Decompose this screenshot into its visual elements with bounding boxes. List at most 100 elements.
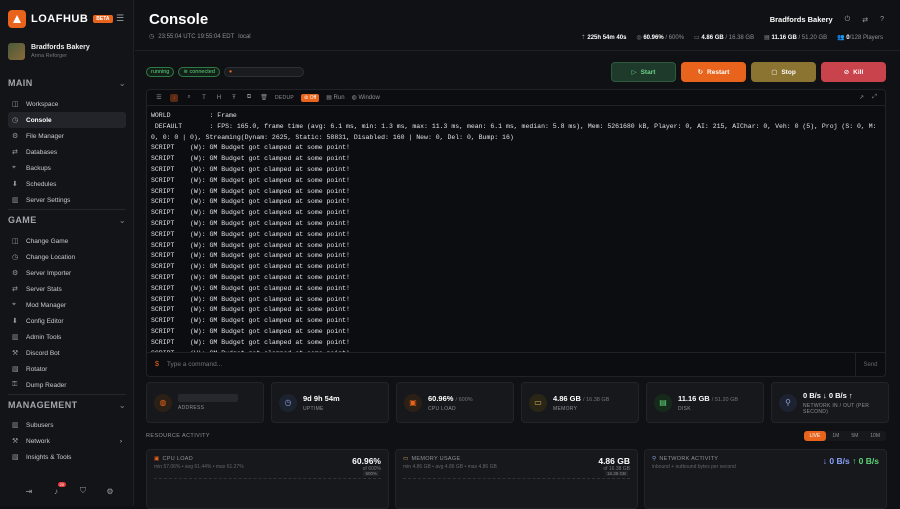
font-icon[interactable]: Ŧ: [230, 94, 238, 102]
autoscroll-icon[interactable]: ↓: [170, 93, 178, 102]
server-game: Arma Reforger: [31, 53, 68, 59]
network-chart-title: ⚲ NETWORK ACTIVITY: [652, 456, 719, 462]
shield-icon[interactable]: ⛉: [78, 486, 88, 496]
gear-icon[interactable]: ⚙: [105, 486, 115, 496]
stop-button[interactable]: ▢ Stop: [751, 62, 816, 82]
console-line: SCRIPT (W): GM Budget got clamped at som…: [151, 155, 350, 163]
server-selector[interactable]: Bradfords Bakery Arma Reforger: [8, 43, 90, 60]
address-card[interactable]: ◍ ADDRESS: [146, 382, 264, 423]
console-output[interactable]: WORLD : Frame DEFAULT : FPS: 165.0, fram…: [147, 106, 885, 352]
fullscreen-icon[interactable]: ⤢: [872, 94, 877, 101]
memory-value: 4.86 GB / 16.38 GB: [553, 393, 610, 403]
disk-stat: ▤ 11.16 GB / 51.20 GB: [764, 35, 828, 41]
console-line: SCRIPT (W): GM Budget got clamped at som…: [151, 209, 350, 217]
sidebar-item-backups[interactable]: ⌖ Backups: [8, 160, 126, 176]
cpu-chart-line: 600%: [154, 471, 381, 479]
range-10m[interactable]: 10M: [864, 431, 886, 441]
console-line: SCRIPT (W): GM Budget got clamped at som…: [151, 241, 350, 249]
sidebar-item-rotator[interactable]: ▧ Rotator: [8, 361, 126, 377]
sidebar-item-change-game[interactable]: ◫ Change Game: [8, 233, 126, 249]
clock-icon: ◷: [279, 393, 297, 412]
trash-icon[interactable]: 🗑: [260, 94, 268, 102]
sidebar-item-file-manager[interactable]: ⚙ File Manager: [8, 128, 126, 144]
memory-card: ▭ 4.86 GB / 16.38 GB MEMORY: [521, 382, 639, 423]
cpu-stat: ◎ 60.96% / 600%: [636, 35, 685, 41]
address-value: [178, 394, 238, 402]
sidebar-item-label: Change Location: [26, 253, 76, 261]
status-pills: running ≋ connected ●: [146, 67, 304, 77]
console-line: SCRIPT (W): GM Budget got clamped at som…: [151, 273, 350, 281]
bell-icon[interactable]: ♪ 20: [51, 482, 66, 496]
sidebar-item-subusers[interactable]: ▥ Subusers: [8, 417, 126, 433]
sidebar-item-console[interactable]: ◷ Console: [8, 112, 126, 128]
sidebar-item-discord-bot[interactable]: ⚒ Discord Bot: [8, 345, 126, 361]
text-size-icon[interactable]: T: [200, 94, 208, 102]
list-icon[interactable]: ☰: [155, 94, 163, 102]
popout-icon[interactable]: ↗: [859, 94, 864, 101]
range-selector: LIVE 1M 5M 10M: [803, 431, 886, 441]
stop-icon: ▢: [771, 69, 778, 76]
range-5m[interactable]: 5M: [845, 431, 864, 441]
memory-label: MEMORY: [553, 405, 578, 412]
console-line: SCRIPT (W): GM Budget got clamped at som…: [151, 295, 350, 303]
sidebar-item-label: Workspace: [26, 100, 59, 108]
server-name: Bradfords Bakery: [31, 44, 90, 51]
send-button[interactable]: Send: [855, 352, 885, 377]
server-address-pill[interactable]: ●: [223, 67, 304, 77]
status-running-badge: running: [146, 67, 175, 77]
sidebar-item-databases[interactable]: ⇄ Databases: [8, 144, 126, 160]
address-label: ADDRESS: [178, 405, 205, 411]
sidebar-item-insights-and-tools[interactable]: ▧ Insights & Tools: [8, 449, 126, 465]
sidebar-item-server-stats[interactable]: ⇄ Server Stats: [8, 281, 126, 297]
restart-icon: ↻: [697, 69, 704, 76]
sidebar-item-workspace[interactable]: ◫ Workspace: [8, 96, 126, 112]
run-button[interactable]: ▤ Run: [326, 94, 344, 101]
range-1m[interactable]: 1M: [826, 431, 845, 441]
section-game[interactable]: GAME ⌄: [8, 215, 126, 225]
section-management[interactable]: MANAGEMENT ⌄: [8, 400, 126, 410]
range-live[interactable]: LIVE: [803, 431, 827, 441]
heading-icon[interactable]: H: [215, 94, 223, 102]
sidebar-item-label: Dump Reader: [26, 381, 67, 389]
logo[interactable]: LOAFHUB BETA: [8, 10, 113, 28]
page-title: Console: [149, 11, 209, 28]
search-icon[interactable]: ⌕: [185, 94, 193, 102]
sidebar-footer: ⇥ ♪ 20 ⛉ ⚙: [24, 482, 115, 496]
sidebar-item-server-settings[interactable]: ▥ Server Settings: [8, 192, 126, 208]
command-input[interactable]: [166, 361, 855, 368]
section-main[interactable]: MAIN ⌄: [8, 78, 126, 88]
menu-icon[interactable]: ☰: [114, 12, 126, 24]
console-line: SCRIPT (W): GM Budget got clamped at som…: [151, 144, 350, 152]
server-importer-icon: ⚙: [12, 270, 19, 277]
window-button[interactable]: ◍ Window: [352, 94, 380, 101]
stat-cards: ◍ ADDRESS ◷ 9d 9h 54m UPTIME ▣ 60.96% / 6…: [146, 382, 889, 423]
copy-icon[interactable]: ⧉: [245, 94, 253, 102]
swap-icon[interactable]: ⇄: [862, 16, 868, 24]
memory-chart-title: ▭ MEMORY USAGE: [403, 456, 461, 462]
sidebar-item-network[interactable]: ⚒ Network ›: [8, 433, 126, 449]
sidebar-item-label: Server Importer: [26, 269, 72, 277]
globe-icon: ◍: [154, 393, 172, 412]
sidebar-item-change-location[interactable]: ◷ Change Location: [8, 249, 126, 265]
console-line: WORLD : Frame: [151, 112, 237, 119]
sidebar-item-config-editor[interactable]: ⬇ Config Editor: [8, 313, 126, 329]
sidebar-item-admin-tools[interactable]: ▥ Admin Tools: [8, 329, 126, 345]
start-button[interactable]: ▷ Start: [611, 62, 676, 82]
restart-button[interactable]: ↻ Restart: [681, 62, 746, 82]
kill-button[interactable]: ⊘ Kill: [821, 62, 886, 82]
logout-icon[interactable]: ⇥: [24, 486, 34, 496]
power-icon[interactable]: ⏻: [845, 16, 851, 24]
console-toolbar: ☰ ↓ ⌕ T H Ŧ ⧉ 🗑 DEDUP ⊘ Off ▤ Run ◍ Wind…: [147, 90, 885, 106]
sidebar-item-server-importer[interactable]: ⚙ Server Importer: [8, 265, 126, 281]
power-actions: ▷ Start ↻ Restart ▢ Stop ⊘ Kill: [611, 62, 886, 82]
sidebar-item-mod-manager[interactable]: ⌖ Mod Manager: [8, 297, 126, 313]
sidebar-item-label: Backups: [26, 164, 51, 172]
sidebar-item-schedules[interactable]: ⬇ Schedules: [8, 176, 126, 192]
help-icon[interactable]: ?: [880, 16, 884, 23]
dedup-toggle[interactable]: ⊘ Off: [301, 93, 320, 102]
sidebar-item-label: Console: [26, 116, 52, 124]
beta-badge: BETA: [93, 15, 113, 23]
memory-icon: ▭: [529, 393, 547, 412]
memory-chart-value: 4.86 GB: [598, 456, 630, 466]
sidebar-item-dump-reader[interactable]: ⚿ Dump Reader: [8, 377, 126, 393]
